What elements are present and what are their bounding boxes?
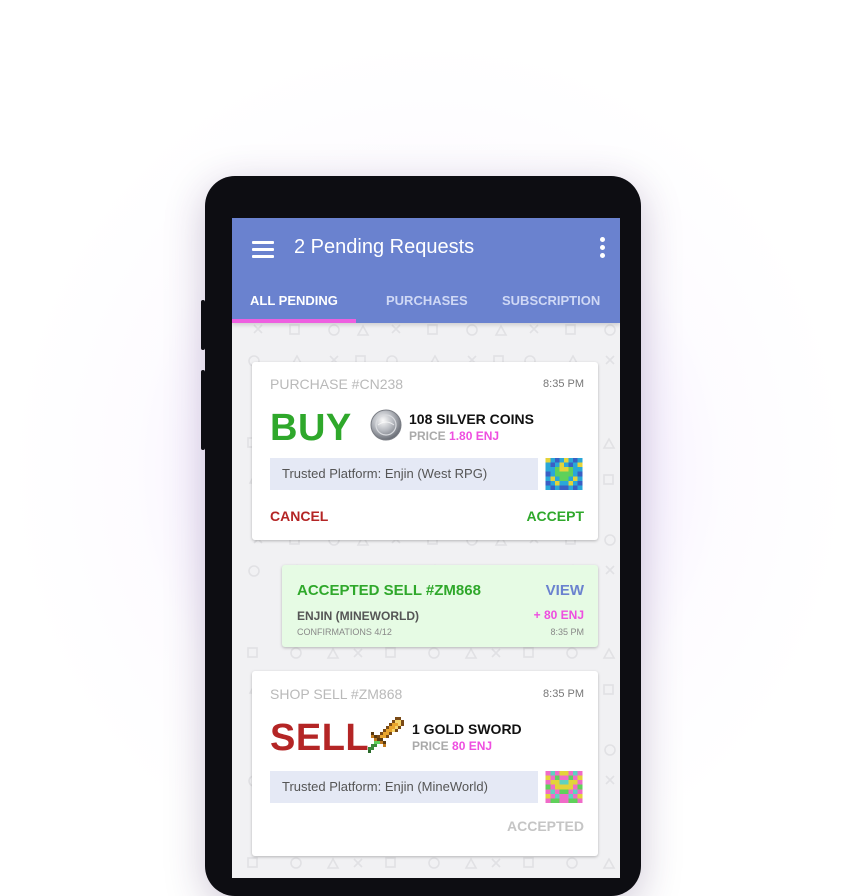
accepted-time: 8:35 PM [550, 627, 584, 637]
app-screen: 2 Pending Requests ALL PENDING PURCHASES… [232, 218, 620, 878]
accepted-sell-card[interactable]: ACCEPTED SELL #ZM868 VIEW ENJIN (MINEWOR… [282, 565, 598, 647]
menu-icon[interactable] [252, 241, 274, 258]
sell-time: 8:35 PM [543, 688, 584, 700]
accepted-sell-title: ACCEPTED SELL #ZM868 [297, 582, 481, 599]
silver-coin-icon [370, 409, 402, 441]
sell-header: SHOP SELL #ZM868 [270, 686, 403, 702]
item-price: PRICE 1.80 ENJ [409, 429, 500, 443]
sell-item-price: PRICE 80 ENJ [412, 739, 493, 753]
accepted-amount: + 80 ENJ [533, 608, 584, 622]
sell-trusted-platform-bar: Trusted Platform: Enjin (MineWorld) [270, 771, 538, 803]
tab-indicator [232, 319, 356, 323]
volume-button [201, 300, 205, 350]
tab-purchases[interactable]: PURCHASES [386, 293, 468, 308]
confirmations-count: CONFIRMATIONS 4/12 [297, 627, 392, 637]
more-vert-icon[interactable] [598, 237, 606, 261]
accepted-status: ACCEPTED [506, 818, 584, 834]
trusted-platform-bar: Trusted Platform: Enjin (West RPG) [270, 458, 538, 490]
tab-all-pending[interactable]: ALL PENDING [250, 293, 338, 308]
gold-sword-icon [368, 717, 404, 753]
purchase-header: PURCHASE #CN238 [270, 376, 404, 392]
tab-subscription[interactable]: SUBSCRIPTION [502, 293, 600, 308]
accept-button[interactable]: ACCEPT [526, 508, 584, 524]
purchase-time: 8:35 PM [543, 378, 584, 390]
sell-platform-pixel-icon [545, 771, 583, 803]
buy-label: BUY [270, 407, 352, 449]
shop-sell-card[interactable]: SHOP SELL #ZM868 8:35 PM SELL 1 GOLD SWO… [252, 671, 598, 856]
platform-pixel-icon [545, 458, 583, 490]
view-button[interactable]: VIEW [546, 582, 584, 599]
purchase-card[interactable]: PURCHASE #CN238 8:35 PM BUY 108 SILVER C… [252, 362, 598, 540]
cancel-button[interactable]: CANCEL [270, 508, 328, 524]
sell-label: SELL [270, 717, 370, 759]
app-bar: 2 Pending Requests ALL PENDING PURCHASES… [232, 218, 620, 323]
sell-item-name: 1 GOLD SWORD [412, 721, 522, 737]
item-name: 108 SILVER COINS [409, 411, 535, 427]
power-button [201, 370, 205, 450]
accepted-platform: ENJIN (MINEWORLD) [297, 609, 419, 623]
page-title: 2 Pending Requests [294, 236, 475, 258]
